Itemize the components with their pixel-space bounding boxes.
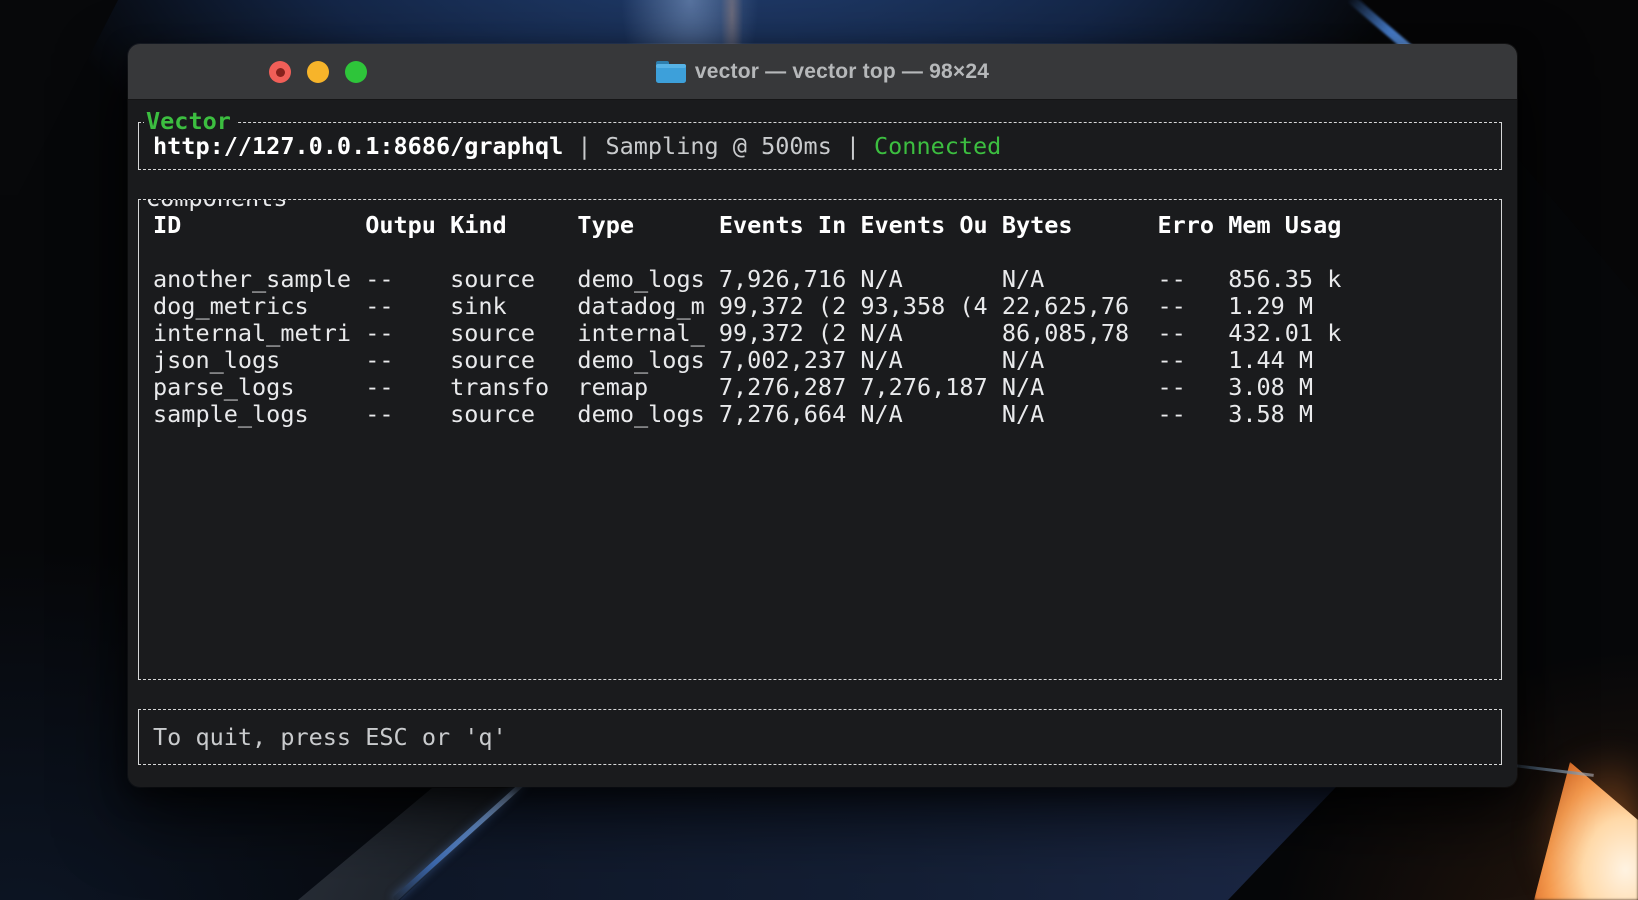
connection-status: Connected — [874, 133, 1001, 160]
table-cell: -- — [365, 320, 450, 347]
table-cell: 7,276,664 — [719, 401, 860, 428]
table-row: another_sample--sourcedemo_logs7,926,716… — [153, 266, 1501, 293]
quit-hint: To quit, press ESC or 'q' — [139, 710, 1501, 764]
table-cell: source — [450, 401, 577, 428]
table-body: another_sample--sourcedemo_logs7,926,716… — [153, 266, 1501, 428]
table-cell: json_logs — [153, 347, 365, 374]
table-cell: -- — [1157, 401, 1228, 428]
table-cell: 93,358 (4 — [860, 293, 1001, 320]
table-row: parse_logs--transforemap7,276,2877,276,1… — [153, 374, 1501, 401]
table-cell: 7,002,237 — [719, 347, 860, 374]
graphql-url: http://127.0.0.1:8686/graphql — [153, 133, 563, 160]
table-cell: sink — [450, 293, 577, 320]
table-cell: sample_logs — [153, 401, 365, 428]
table-cell: N/A — [1002, 266, 1158, 293]
window-title-area: vector — vector top — 98×24 — [656, 60, 989, 84]
table-cell: 7,276,287 — [719, 374, 860, 401]
table-cell: dog_metrics — [153, 293, 365, 320]
footer-panel: To quit, press ESC or 'q' — [138, 709, 1502, 765]
table-row: json_logs--sourcedemo_logs7,002,237N/AN/… — [153, 347, 1501, 374]
minimize-button[interactable] — [307, 61, 329, 83]
table-cell: N/A — [860, 347, 1001, 374]
column-header: Erro — [1157, 212, 1228, 239]
table-cell: -- — [365, 266, 450, 293]
table-row: sample_logs--sourcedemo_logs7,276,664N/A… — [153, 401, 1501, 428]
table-cell: 99,372 (2 — [719, 293, 860, 320]
table-cell: demo_logs — [577, 266, 718, 293]
column-header: Outpu — [365, 212, 450, 239]
separator: | — [846, 133, 860, 160]
table-cell: parse_logs — [153, 374, 365, 401]
table-cell: N/A — [860, 266, 1001, 293]
column-header: Mem Usag — [1228, 212, 1501, 239]
table-cell: transfo — [450, 374, 577, 401]
close-button[interactable] — [269, 61, 291, 83]
table-cell: 856.35 k — [1228, 266, 1501, 293]
table-cell: 7,276,187 — [860, 374, 1001, 401]
column-header: Bytes — [1002, 212, 1158, 239]
table-cell: remap — [577, 374, 718, 401]
folder-icon — [656, 60, 686, 84]
table-cell: -- — [365, 293, 450, 320]
table-cell: -- — [365, 401, 450, 428]
table-cell: 3.58 M — [1228, 401, 1501, 428]
table-row: dog_metrics--sinkdatadog_m99,372 (293,35… — [153, 293, 1501, 320]
table-cell: 3.08 M — [1228, 374, 1501, 401]
separator: | — [577, 133, 591, 160]
table-cell: 22,625,76 — [1002, 293, 1158, 320]
table-cell: source — [450, 320, 577, 347]
table-cell: N/A — [1002, 374, 1158, 401]
table-cell: 86,085,78 — [1002, 320, 1158, 347]
table-row: internal_metri--sourceinternal_99,372 (2… — [153, 320, 1501, 347]
table-cell: internal_metri — [153, 320, 365, 347]
table-cell: 1.44 M — [1228, 347, 1501, 374]
table-cell: another_sample — [153, 266, 365, 293]
table-cell: N/A — [1002, 401, 1158, 428]
unsaved-indicator-dot — [276, 68, 285, 77]
table-cell: -- — [1157, 347, 1228, 374]
table-cell: -- — [365, 347, 450, 374]
terminal-screen[interactable]: Vector http://127.0.0.1:8686/graphql | S… — [128, 100, 1517, 787]
table-cell: -- — [1157, 374, 1228, 401]
table-cell: N/A — [860, 401, 1001, 428]
zoom-button[interactable] — [345, 61, 367, 83]
column-header: Type — [577, 212, 718, 239]
traffic-lights — [269, 44, 367, 100]
table-cell: -- — [1157, 320, 1228, 347]
column-header: Events Ou — [860, 212, 1001, 239]
column-header: ID — [153, 212, 365, 239]
table-cell: demo_logs — [577, 347, 718, 374]
window-titlebar[interactable]: vector — vector top — 98×24 — [128, 44, 1517, 100]
table-cell: -- — [365, 374, 450, 401]
table-cell: N/A — [860, 320, 1001, 347]
sampling-rate: Sampling @ 500ms — [605, 133, 831, 160]
wallpaper-shape — [0, 780, 1638, 900]
table-cell: -- — [1157, 293, 1228, 320]
table-cell: source — [450, 266, 577, 293]
window-title: vector — vector top — 98×24 — [695, 60, 989, 84]
table-cell: 432.01 k — [1228, 320, 1501, 347]
table-cell: datadog_m — [577, 293, 718, 320]
status-line: http://127.0.0.1:8686/graphql | Sampling… — [139, 123, 1501, 169]
table-cell: -- — [1157, 266, 1228, 293]
table-cell: 7,926,716 — [719, 266, 860, 293]
components-panel-title: Components — [144, 199, 292, 212]
terminal-window: vector — vector top — 98×24 Vector http:… — [128, 44, 1517, 787]
table-cell: 1.29 M — [1228, 293, 1501, 320]
components-panel: Components IDOutpuKindTypeEvents InEvent… — [138, 199, 1502, 680]
table-cell: N/A — [1002, 347, 1158, 374]
column-header: Events In — [719, 212, 860, 239]
table-cell: demo_logs — [577, 401, 718, 428]
table-spacer — [153, 239, 1501, 266]
table-cell: source — [450, 347, 577, 374]
column-header: Kind — [450, 212, 577, 239]
table-cell: 99,372 (2 — [719, 320, 860, 347]
table-cell: internal_ — [577, 320, 718, 347]
vector-panel: Vector http://127.0.0.1:8686/graphql | S… — [138, 122, 1502, 170]
table-header-row: IDOutpuKindTypeEvents InEvents OuBytesEr… — [153, 212, 1501, 239]
